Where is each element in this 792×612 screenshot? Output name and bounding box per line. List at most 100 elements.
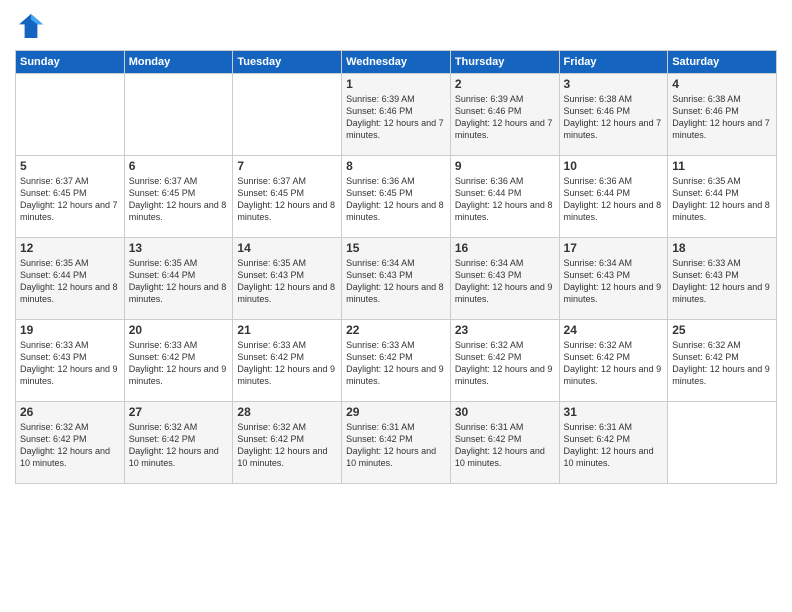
cell-info: Sunrise: 6:36 AMSunset: 6:44 PMDaylight:…	[564, 175, 664, 224]
day-number: 20	[129, 323, 229, 337]
cell-info: Sunrise: 6:35 AMSunset: 6:44 PMDaylight:…	[20, 257, 120, 306]
calendar-cell: 7Sunrise: 6:37 AMSunset: 6:45 PMDaylight…	[233, 156, 342, 238]
col-tuesday: Tuesday	[233, 51, 342, 74]
col-wednesday: Wednesday	[342, 51, 451, 74]
calendar-week-row: 12 Sunrise: 6:35 AMSunset: 6:44 PMDayligh…	[16, 238, 777, 320]
day-number: 15	[346, 241, 446, 255]
day-number: 22	[346, 323, 446, 337]
day-number: 17	[564, 241, 664, 255]
cell-info: Sunrise: 6:39 AMSunset: 6:46 PMDaylight:…	[346, 93, 446, 142]
day-number: 11	[672, 159, 772, 173]
calendar-cell	[233, 74, 342, 156]
day-number: 24	[564, 323, 664, 337]
day-number: 28	[237, 405, 337, 419]
cell-info: Sunrise: 6:35 AMSunset: 6:43 PMDaylight:…	[237, 257, 337, 306]
cell-info: Sunrise: 6:38 AMSunset: 6:46 PMDaylight:…	[564, 93, 664, 142]
cell-info: Sunrise: 6:39 AMSunset: 6:46 PMDaylight:…	[455, 93, 555, 142]
calendar-cell	[16, 74, 125, 156]
calendar-cell: 30 Sunrise: 6:31 AMSunset: 6:42 PMDayligh…	[450, 402, 559, 484]
cell-info: Sunrise: 6:32 AMSunset: 6:42 PMDaylight:…	[455, 339, 555, 388]
cell-info: Sunrise: 6:33 AMSunset: 6:42 PMDaylight:…	[237, 339, 337, 388]
cell-info: Sunrise: 6:32 AMSunset: 6:42 PMDaylight:…	[237, 421, 337, 470]
page-container: Sunday Monday Tuesday Wednesday Thursday…	[0, 0, 792, 494]
day-number: 5	[20, 159, 120, 173]
calendar-cell: 10 Sunrise: 6:36 AMSunset: 6:44 PMDayligh…	[559, 156, 668, 238]
cell-info: Sunrise: 6:34 AMSunset: 6:43 PMDaylight:…	[564, 257, 664, 306]
cell-info: Sunrise: 6:37 AMSunset: 6:45 PMDaylight:…	[237, 175, 337, 224]
calendar-cell: 15 Sunrise: 6:34 AMSunset: 6:43 PMDayligh…	[342, 238, 451, 320]
calendar-cell: 22 Sunrise: 6:33 AMSunset: 6:42 PMDayligh…	[342, 320, 451, 402]
cell-info: Sunrise: 6:33 AMSunset: 6:43 PMDaylight:…	[20, 339, 120, 388]
day-number: 21	[237, 323, 337, 337]
day-number: 25	[672, 323, 772, 337]
calendar-cell: 1 Sunrise: 6:39 AMSunset: 6:46 PMDaylight…	[342, 74, 451, 156]
calendar-cell: 19 Sunrise: 6:33 AMSunset: 6:43 PMDayligh…	[16, 320, 125, 402]
calendar-cell: 29 Sunrise: 6:31 AMSunset: 6:42 PMDayligh…	[342, 402, 451, 484]
calendar-cell: 24 Sunrise: 6:32 AMSunset: 6:42 PMDayligh…	[559, 320, 668, 402]
header-row: Sunday Monday Tuesday Wednesday Thursday…	[16, 51, 777, 74]
day-number: 23	[455, 323, 555, 337]
cell-info: Sunrise: 6:37 AMSunset: 6:45 PMDaylight:…	[129, 175, 229, 224]
calendar-cell: 2 Sunrise: 6:39 AMSunset: 6:46 PMDaylight…	[450, 74, 559, 156]
calendar-cell: 20 Sunrise: 6:33 AMSunset: 6:42 PMDayligh…	[124, 320, 233, 402]
col-thursday: Thursday	[450, 51, 559, 74]
calendar-cell: 17 Sunrise: 6:34 AMSunset: 6:43 PMDayligh…	[559, 238, 668, 320]
cell-info: Sunrise: 6:33 AMSunset: 6:43 PMDaylight:…	[672, 257, 772, 306]
cell-info: Sunrise: 6:33 AMSunset: 6:42 PMDaylight:…	[129, 339, 229, 388]
cell-info: Sunrise: 6:32 AMSunset: 6:42 PMDaylight:…	[672, 339, 772, 388]
calendar-cell	[668, 402, 777, 484]
day-number: 27	[129, 405, 229, 419]
calendar-cell: 14 Sunrise: 6:35 AMSunset: 6:43 PMDayligh…	[233, 238, 342, 320]
day-number: 3	[564, 77, 664, 91]
calendar-cell: 18 Sunrise: 6:33 AMSunset: 6:43 PMDayligh…	[668, 238, 777, 320]
calendar-cell: 9Sunrise: 6:36 AMSunset: 6:44 PMDaylight…	[450, 156, 559, 238]
calendar-cell: 28 Sunrise: 6:32 AMSunset: 6:42 PMDayligh…	[233, 402, 342, 484]
calendar-cell: 23 Sunrise: 6:32 AMSunset: 6:42 PMDayligh…	[450, 320, 559, 402]
page-header	[15, 10, 777, 42]
cell-info: Sunrise: 6:36 AMSunset: 6:44 PMDaylight:…	[455, 175, 555, 224]
col-friday: Friday	[559, 51, 668, 74]
day-number: 19	[20, 323, 120, 337]
day-number: 4	[672, 77, 772, 91]
cell-info: Sunrise: 6:32 AMSunset: 6:42 PMDaylight:…	[129, 421, 229, 470]
col-monday: Monday	[124, 51, 233, 74]
cell-info: Sunrise: 6:32 AMSunset: 6:42 PMDaylight:…	[20, 421, 120, 470]
calendar-cell: 13Sunrise: 6:35 AMSunset: 6:44 PMDayligh…	[124, 238, 233, 320]
day-number: 16	[455, 241, 555, 255]
day-number: 8	[346, 159, 446, 173]
cell-info: Sunrise: 6:37 AMSunset: 6:45 PMDaylight:…	[20, 175, 120, 224]
cell-info: Sunrise: 6:33 AMSunset: 6:42 PMDaylight:…	[346, 339, 446, 388]
cell-info: Sunrise: 6:34 AMSunset: 6:43 PMDaylight:…	[346, 257, 446, 306]
calendar-cell	[124, 74, 233, 156]
calendar-cell: 27 Sunrise: 6:32 AMSunset: 6:42 PMDayligh…	[124, 402, 233, 484]
day-number: 30	[455, 405, 555, 419]
calendar-cell: 8Sunrise: 6:36 AMSunset: 6:45 PMDaylight…	[342, 156, 451, 238]
day-number: 14	[237, 241, 337, 255]
calendar-cell: 21 Sunrise: 6:33 AMSunset: 6:42 PMDayligh…	[233, 320, 342, 402]
day-number: 2	[455, 77, 555, 91]
day-number: 29	[346, 405, 446, 419]
cell-info: Sunrise: 6:34 AMSunset: 6:43 PMDaylight:…	[455, 257, 555, 306]
day-number: 6	[129, 159, 229, 173]
calendar-week-row: 26Sunrise: 6:32 AMSunset: 6:42 PMDayligh…	[16, 402, 777, 484]
day-number: 31	[564, 405, 664, 419]
day-number: 10	[564, 159, 664, 173]
cell-info: Sunrise: 6:31 AMSunset: 6:42 PMDaylight:…	[346, 421, 446, 470]
cell-info: Sunrise: 6:32 AMSunset: 6:42 PMDaylight:…	[564, 339, 664, 388]
calendar-cell: 3 Sunrise: 6:38 AMSunset: 6:46 PMDaylight…	[559, 74, 668, 156]
calendar-cell: 16 Sunrise: 6:34 AMSunset: 6:43 PMDayligh…	[450, 238, 559, 320]
calendar-cell: 5 Sunrise: 6:37 AMSunset: 6:45 PMDaylight…	[16, 156, 125, 238]
col-sunday: Sunday	[16, 51, 125, 74]
day-number: 13	[129, 241, 229, 255]
day-number: 12	[20, 241, 120, 255]
day-number: 18	[672, 241, 772, 255]
calendar-cell: 31Sunrise: 6:31 AMSunset: 6:42 PMDayligh…	[559, 402, 668, 484]
col-saturday: Saturday	[668, 51, 777, 74]
cell-info: Sunrise: 6:31 AMSunset: 6:42 PMDaylight:…	[455, 421, 555, 470]
cell-info: Sunrise: 6:35 AMSunset: 6:44 PMDaylight:…	[672, 175, 772, 224]
calendar-body: 1 Sunrise: 6:39 AMSunset: 6:46 PMDaylight…	[16, 74, 777, 484]
day-number: 1	[346, 77, 446, 91]
calendar-cell: 4 Sunrise: 6:38 AMSunset: 6:46 PMDaylight…	[668, 74, 777, 156]
logo	[15, 10, 51, 42]
cell-info: Sunrise: 6:38 AMSunset: 6:46 PMDaylight:…	[672, 93, 772, 142]
